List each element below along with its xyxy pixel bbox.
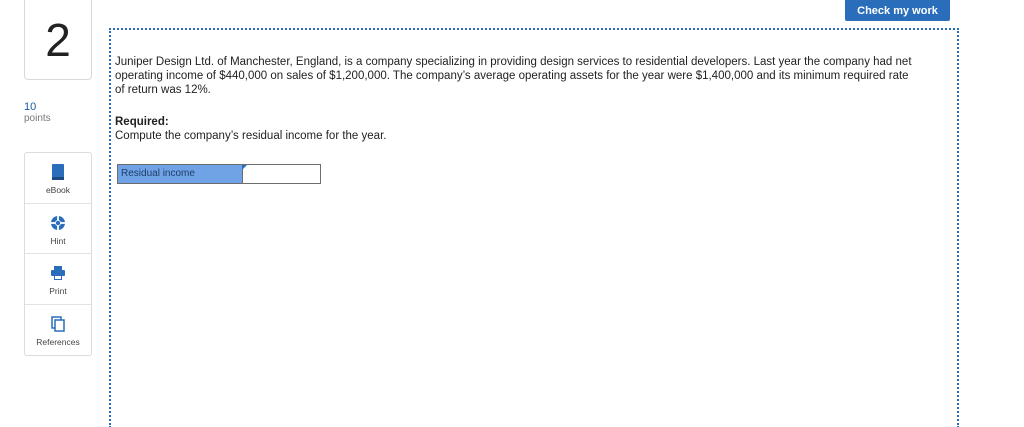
points-value: 10 [24,101,37,113]
print-label: Print [49,286,67,296]
points-indicator: 10 points [24,101,51,125]
copy-icon [49,315,67,333]
lifebuoy-icon [49,214,67,232]
question-number: 2 [24,0,92,80]
references-button[interactable]: References [25,305,91,356]
ebook-label: eBook [45,185,71,195]
ebook-button[interactable]: eBook [25,153,91,204]
residual-income-label: Residual income [118,165,243,183]
check-my-work-button[interactable]: Check my work [845,0,950,21]
hint-label: Hint [50,235,66,246]
residual-income-input[interactable] [243,165,320,183]
required-heading: Required: [115,116,169,128]
problem-text: Juniper Design Ltd. of Manchester, Engla… [115,56,912,96]
references-label: References [36,336,80,347]
book-icon [49,163,67,181]
hint-button[interactable]: Hint [25,204,91,254]
answer-row: Residual income [117,164,321,184]
tools-panel: eBook Hint Print References [24,152,92,356]
required-text: Compute the company’s residual income fo… [115,130,387,142]
print-button[interactable]: Print [25,254,91,305]
points-label: points [24,113,51,124]
answer-flag-marker [242,165,247,170]
printer-icon [49,264,67,282]
required-section: Required: Compute the company’s residual… [115,115,386,143]
